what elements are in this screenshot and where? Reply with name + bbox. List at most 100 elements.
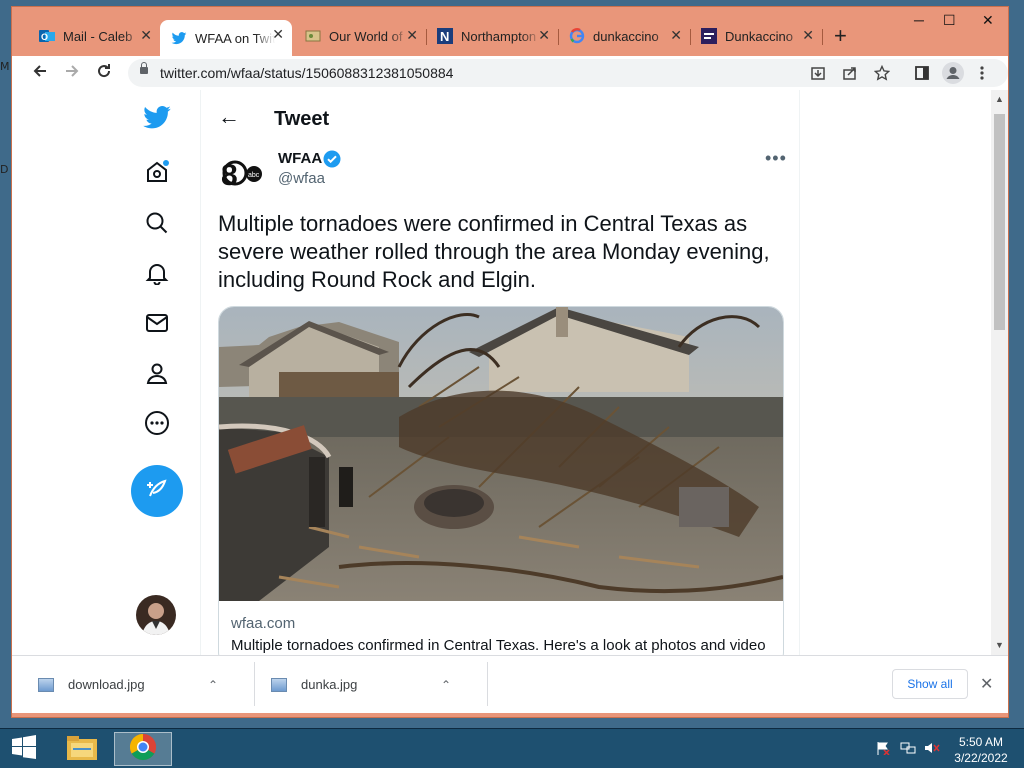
tab-northampton[interactable]: N Northampton ✕ [426,21,558,51]
divider [799,90,800,655]
taskbar-file-explorer[interactable] [56,732,108,766]
side-panel-icon[interactable] [914,65,930,85]
tab-title: Mail - Caleb [63,28,133,44]
n-logo-icon: N [437,28,453,44]
messages-mail-icon[interactable] [141,307,173,339]
tab-strip: O Mail - Caleb ✕ WFAA on Twitter ✕ Our W… [12,7,1008,57]
reload-icon[interactable] [96,63,112,84]
start-button[interactable] [0,732,48,766]
download-item[interactable]: download.jpg ⌃ [38,656,218,713]
scroll-up-arrow-icon[interactable]: ▲ [995,94,1004,104]
tab-title: Dunkaccino [725,28,793,44]
share-icon[interactable] [842,65,858,85]
card-title: Multiple tornadoes confirmed in Central … [231,637,766,654]
close-tab-icon[interactable]: ✕ [538,27,550,44]
show-all-downloads-button[interactable]: Show all [892,669,968,699]
image-file-icon [38,677,54,692]
scroll-thumb[interactable] [994,114,1005,330]
forward-icon[interactable] [64,63,80,84]
card-domain: wfaa.com [231,615,296,632]
chrome-menu-icon[interactable] [980,65,984,85]
windows-logo-icon [11,734,37,764]
close-tab-icon[interactable]: ✕ [140,27,152,44]
profile-person-icon[interactable] [141,357,173,389]
browser-window: O Mail - Caleb ✕ WFAA on Twitter ✕ Our W… [11,6,1009,718]
svg-text:abc: abc [248,172,260,179]
svg-text:N: N [440,29,449,44]
verified-badge-icon [323,150,341,168]
windows-taskbar: 5:50 AM 3/22/2022 [0,728,1024,768]
tornado-damage-photo [219,307,783,601]
compose-tweet-button[interactable] [131,465,183,517]
download-item[interactable]: dunka.jpg ⌃ [271,656,451,713]
chevron-up-icon[interactable]: ⌃ [441,678,451,692]
close-tab-icon[interactable]: ✕ [670,27,682,44]
tab-dunkaccino[interactable]: Dunkaccino ✕ [690,21,822,51]
clock-date: 3/22/2022 [954,751,1008,765]
account-name[interactable]: WFAA [278,150,322,167]
tab-mail[interactable]: O Mail - Caleb ✕ [28,21,160,51]
profile-icon[interactable] [942,62,964,88]
page-scrollbar[interactable]: ▲ ▼ [991,90,1008,655]
tweet-more-button[interactable]: ••• [765,148,787,169]
minimize-button[interactable]: ─ [914,12,924,28]
divider [200,90,201,655]
download-filename: download.jpg [68,677,145,692]
tweet-text: Multiple tornadoes were confirmed in Cen… [218,211,770,292]
download-filename: dunka.jpg [301,677,358,692]
back-icon[interactable] [32,63,48,84]
twitter-page: ← Tweet 8 abc WFAA @wfaa ••• Multiple tor… [12,90,991,655]
close-tab-icon[interactable]: ✕ [802,27,814,44]
install-app-icon[interactable] [810,65,826,85]
chevron-up-icon[interactable]: ⌃ [208,678,218,692]
address-bar[interactable]: twitter.com/wfaa/status/1506088312381050… [128,59,1008,87]
dunkin-icon [701,28,717,44]
tab-dunkaccino-search[interactable]: dunkaccino ✕ [558,21,690,51]
outlook-icon: O [39,28,55,44]
maximize-button[interactable]: ☐ [943,12,956,29]
tab-title: Our World of [329,28,403,44]
folder-icon [66,733,98,766]
notifications-bell-icon[interactable] [141,257,173,289]
google-icon [569,28,585,44]
user-avatar[interactable] [136,595,176,635]
desktop-label-fragment: D [0,163,9,176]
home-icon[interactable] [141,156,173,188]
scroll-down-arrow-icon[interactable]: ▼ [995,640,1004,650]
new-tab-button[interactable]: + [834,25,847,47]
lock-icon [140,62,148,74]
tab-title: WFAA on Twitter [195,30,275,46]
tab-wfaa-twitter[interactable]: WFAA on Twitter ✕ [160,20,292,56]
system-clock[interactable]: 5:50 AM 3/22/2022 [946,734,1016,766]
clock-time: 5:50 AM [958,735,1004,749]
map-icon [305,28,321,44]
back-arrow-button[interactable]: ← [218,104,240,130]
close-tab-icon[interactable]: ✕ [406,27,418,44]
volume-muted-icon[interactable] [924,741,940,758]
url-text: twitter.com/wfaa/status/1506088312381050… [160,65,454,81]
wfaa-avatar[interactable]: 8 abc [218,150,266,198]
compose-feather-icon [144,476,170,507]
tab-title: Northampton [461,28,537,44]
svg-text:O: O [41,32,48,42]
account-handle[interactable]: @wfaa [278,170,325,187]
image-file-icon [271,677,287,692]
network-icon[interactable] [900,741,916,758]
close-tab-icon[interactable]: ✕ [272,26,284,43]
desktop-label-fragment: M [0,60,10,73]
twitter-logo-icon[interactable] [141,101,173,133]
explore-search-icon[interactable] [141,207,173,239]
close-window-button[interactable]: ✕ [982,12,994,29]
taskbar-chrome[interactable] [114,732,172,766]
chrome-icon [129,733,157,766]
download-bar: download.jpg ⌃ dunka.jpg ⌃ Show all ✕ [12,655,1008,713]
bookmark-star-icon[interactable] [873,64,891,85]
close-download-bar-icon[interactable]: ✕ [980,674,993,694]
more-options-icon[interactable] [141,407,173,439]
page-title: Tweet [274,108,330,130]
browser-toolbar: twitter.com/wfaa/status/1506088312381050… [12,56,1008,90]
action-center-flag-icon[interactable] [876,741,890,758]
link-card[interactable]: wfaa.com Multiple tornadoes confirmed in… [218,306,784,655]
tab-title: dunkaccino [593,28,659,44]
tab-our-world[interactable]: Our World of ✕ [294,21,426,51]
